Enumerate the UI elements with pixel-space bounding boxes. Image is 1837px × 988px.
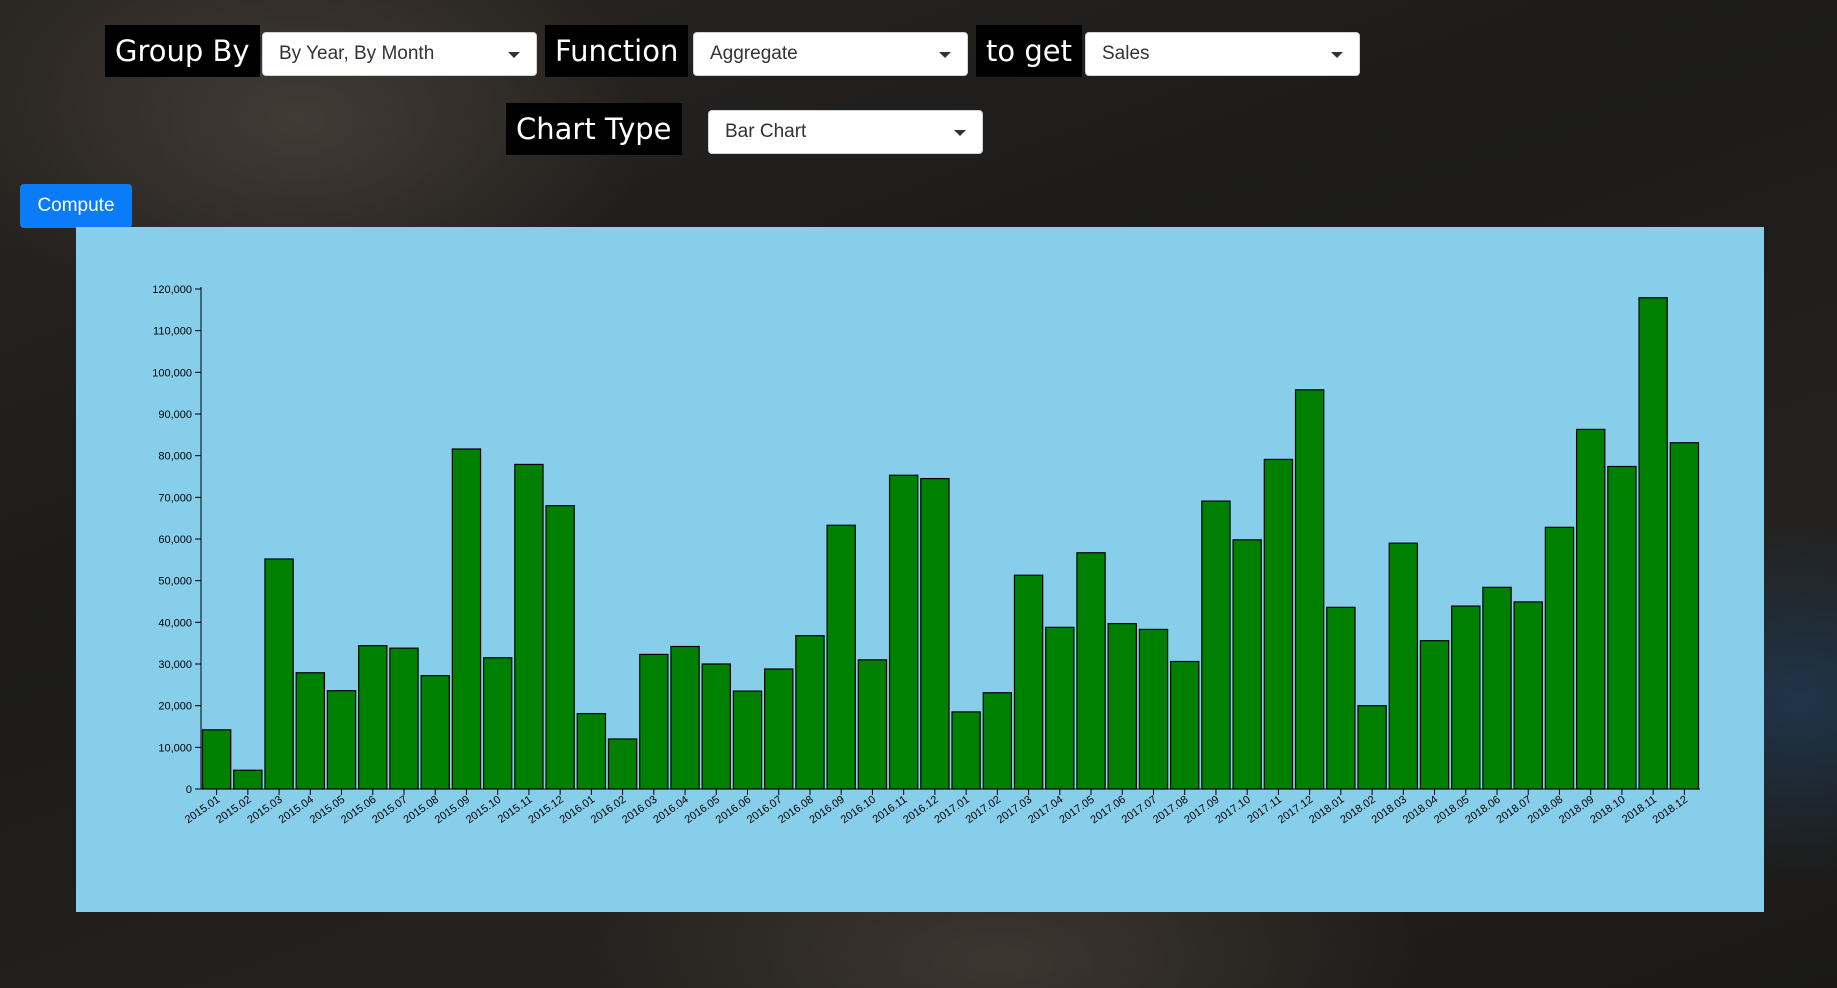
y-tick-label: 50,000 — [158, 576, 192, 588]
bar — [1513, 601, 1543, 790]
bar — [732, 690, 763, 790]
bar — [670, 645, 700, 790]
compute-button[interactable]: Compute — [20, 184, 132, 228]
bar — [545, 505, 575, 790]
bar — [1138, 628, 1169, 790]
y-tick-label: 40,000 — [158, 617, 192, 629]
y-tick-label: 80,000 — [158, 451, 192, 463]
y-tick-label: 30,000 — [158, 659, 192, 671]
bar — [1482, 586, 1512, 790]
bar — [826, 524, 856, 790]
chart-type-label: Chart Type — [506, 103, 682, 155]
bar — [1201, 500, 1231, 790]
chevron-down-icon — [954, 130, 966, 136]
y-tick-label: 10,000 — [158, 742, 192, 754]
x-tick-label: 2017.10 — [1213, 794, 1252, 827]
bar — [576, 712, 607, 790]
y-tick-label: 0 — [186, 784, 192, 796]
y-tick-label: 60,000 — [158, 534, 192, 546]
y-tick-label: 100,000 — [152, 367, 192, 379]
bar — [1357, 705, 1387, 790]
y-tick-label: 70,000 — [158, 492, 192, 504]
x-tick-label: 2015.10 — [464, 794, 503, 827]
group-by-value: By Year, By Month — [279, 43, 435, 64]
y-tick-label: 120,000 — [152, 284, 192, 296]
bar — [420, 675, 450, 790]
bar — [358, 645, 388, 790]
bar — [639, 653, 669, 790]
bar — [857, 659, 888, 790]
bar — [295, 672, 326, 790]
bar — [701, 663, 731, 790]
to-get-value: Sales — [1102, 43, 1150, 64]
bar — [1451, 605, 1481, 790]
bar — [201, 729, 232, 790]
function-label: Function — [545, 25, 689, 77]
bar — [1638, 297, 1668, 790]
bar — [1263, 458, 1294, 790]
bar — [514, 463, 544, 790]
group-by-label: Group By — [105, 25, 260, 77]
bar — [795, 635, 825, 790]
to-get-label: to get — [976, 25, 1082, 77]
y-tick-label: 90,000 — [158, 409, 192, 421]
bar — [888, 474, 919, 790]
chevron-down-icon — [1331, 52, 1343, 58]
x-tick-label: 2016.10 — [839, 794, 878, 827]
bar — [1326, 606, 1356, 790]
bar-chart: 0 10,000 20,000 30,000 40,000 50,000 60,000 70,… — [152, 284, 1700, 827]
bar — [1013, 574, 1044, 790]
bar — [1419, 640, 1450, 790]
bar — [1076, 552, 1106, 790]
to-get-select[interactable]: Sales — [1085, 32, 1360, 76]
bar — [233, 769, 263, 790]
chart-type-value: Bar Chart — [725, 121, 807, 142]
bar — [1575, 428, 1606, 790]
bar — [326, 690, 357, 790]
bar — [1544, 526, 1575, 790]
bar — [1107, 622, 1137, 790]
bar — [1388, 542, 1419, 790]
y-tick-label: 110,000 — [153, 326, 192, 338]
bar — [764, 668, 794, 790]
bar — [1669, 442, 1700, 790]
x-tick-label: 2018.12 — [1651, 794, 1690, 827]
bar — [264, 558, 294, 790]
y-tick-label: 20,000 — [158, 701, 192, 713]
function-select[interactable]: Aggregate — [693, 32, 968, 76]
chevron-down-icon — [508, 52, 520, 58]
bar — [482, 657, 513, 790]
bar — [389, 647, 419, 790]
x-tick-label: 2018.10 — [1588, 794, 1627, 827]
chevron-down-icon — [939, 52, 951, 58]
group-by-select[interactable]: By Year, By Month — [262, 32, 537, 76]
bar — [1170, 660, 1200, 790]
bar — [607, 738, 638, 790]
bar — [920, 477, 950, 790]
bar — [1045, 626, 1075, 790]
bar — [1294, 389, 1325, 790]
bar — [951, 711, 981, 790]
function-value: Aggregate — [710, 43, 798, 64]
bar — [1232, 539, 1262, 790]
bar — [982, 692, 1013, 790]
bar — [1607, 465, 1637, 790]
chart-type-select[interactable]: Bar Chart — [708, 110, 983, 154]
chart-panel: 0 10,000 20,000 30,000 40,000 50,000 60,000 70,… — [76, 227, 1764, 912]
bar — [451, 448, 482, 790]
